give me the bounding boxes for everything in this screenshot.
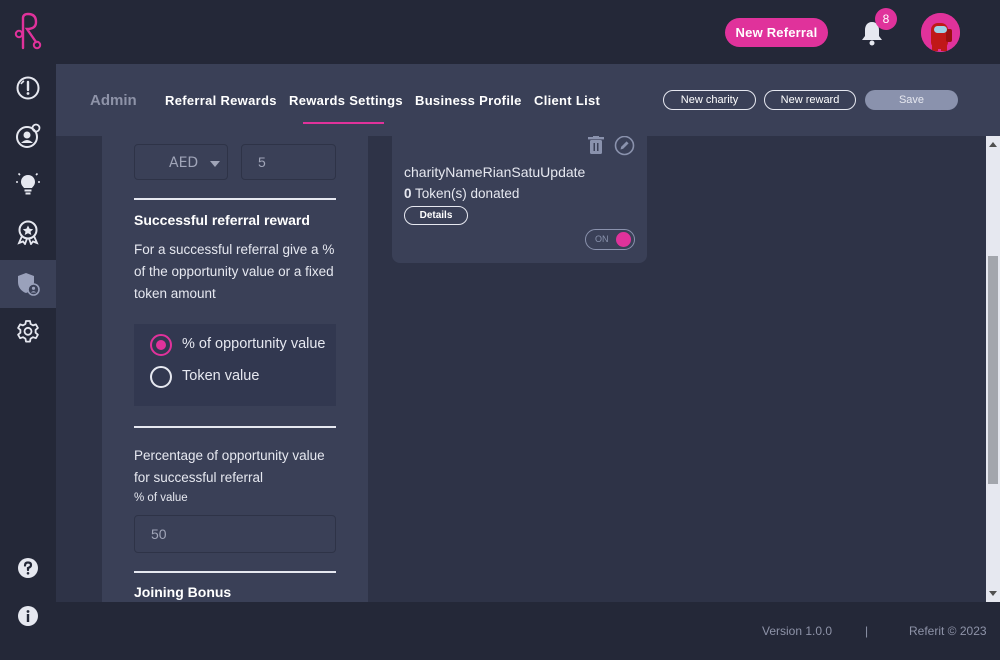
percent-of-value-label: % of value [134,492,188,504]
sidebar-item-referrals[interactable] [0,112,56,160]
successful-referral-heading: Successful referral reward [134,212,310,228]
currency-select-value: AED [169,155,199,171]
new-reward-button[interactable]: New reward [764,90,856,110]
tab-rewards-settings[interactable]: Rewards Settings [289,93,403,108]
currency-amount-input[interactable] [241,144,336,180]
reward-type-radio-group: % of opportunity value Token value [134,324,336,406]
sidebar-item-info[interactable] [0,592,56,640]
charity-card: charityNameRianSatuUpdate 0 Token(s) don… [392,136,647,263]
page-title: Admin [90,92,137,109]
referit-logo-icon[interactable] [14,12,42,50]
new-referral-button[interactable]: New Referral [725,18,828,47]
tab-referral-rewards[interactable]: Referral Rewards [165,93,277,108]
main-content: AED Successful referral reward For a suc… [56,136,986,602]
sidebar-item-rewards[interactable] [0,208,56,256]
scroll-up-arrow-icon[interactable] [989,142,997,147]
save-button[interactable]: Save [865,90,958,110]
toggle-label: ON [595,234,609,244]
sidebar-item-help[interactable] [0,544,56,592]
trash-icon[interactable] [587,136,605,155]
token-count: 0 [404,186,412,201]
sidebar [0,64,56,626]
version-text: Version 1.0.0 [762,624,833,638]
user-refer-icon [16,123,41,148]
divider [134,571,336,573]
joining-bonus-heading: Joining Bonus [134,584,232,600]
active-tab-indicator [303,122,384,124]
edit-icon[interactable] [614,136,635,156]
scroll-down-arrow-icon[interactable] [989,591,997,596]
radio-token-label: Token value [182,368,260,384]
percentage-heading: Percentage of opportunity value for succ… [134,448,325,485]
sidebar-item-settings[interactable] [0,308,56,356]
divider [134,198,336,200]
charity-name: charityNameRianSatuUpdate [404,164,586,180]
successful-referral-description: For a successful referral give a % of th… [134,242,335,301]
reward-settings-panel: AED Successful referral reward For a suc… [102,136,368,602]
toggle-knob [616,232,631,247]
gear-icon [17,320,39,343]
radio-percent-label: % of opportunity value [182,336,326,352]
avatar-image-icon [921,13,960,52]
notification-count-badge: 8 [875,8,897,30]
copyright-text: Referit © 2023 [909,624,987,638]
radio-percent-of-opportunity[interactable] [150,334,172,356]
sidebar-item-admin[interactable] [0,260,56,308]
radio-token-value[interactable] [150,366,172,388]
scrollbar[interactable] [986,136,1000,602]
currency-select[interactable]: AED [134,144,228,180]
new-charity-button[interactable]: New charity [663,90,756,110]
avatar[interactable] [921,13,960,52]
footer-separator: | [865,624,869,638]
token-count-suffix: Token(s) donated [411,186,520,201]
sidebar-item-dashboard[interactable] [0,64,56,112]
lightbulb-icon [16,172,40,195]
sidebar-item-ideas[interactable] [0,160,56,208]
scroll-thumb[interactable] [988,256,998,484]
top-bar: New Referral 8 [0,0,1000,64]
divider [134,426,336,428]
info-icon [18,606,38,626]
tab-client-list[interactable]: Client List [534,93,600,108]
charity-token-donated: 0 Token(s) donated [404,186,519,201]
info-gauge-icon [16,76,40,100]
percent-of-value-input[interactable] [134,515,336,553]
footer: Version 1.0.0 | Referit © 2023 [56,602,1000,660]
award-icon [17,220,39,245]
shield-user-icon [18,273,40,296]
chevron-down-icon [210,161,220,167]
details-button[interactable]: Details [404,206,468,225]
admin-header: Admin Referral Rewards Rewards Settings … [56,64,1000,136]
tab-business-profile[interactable]: Business Profile [415,93,522,108]
help-icon [18,558,38,578]
charity-active-toggle[interactable]: ON [585,229,635,250]
